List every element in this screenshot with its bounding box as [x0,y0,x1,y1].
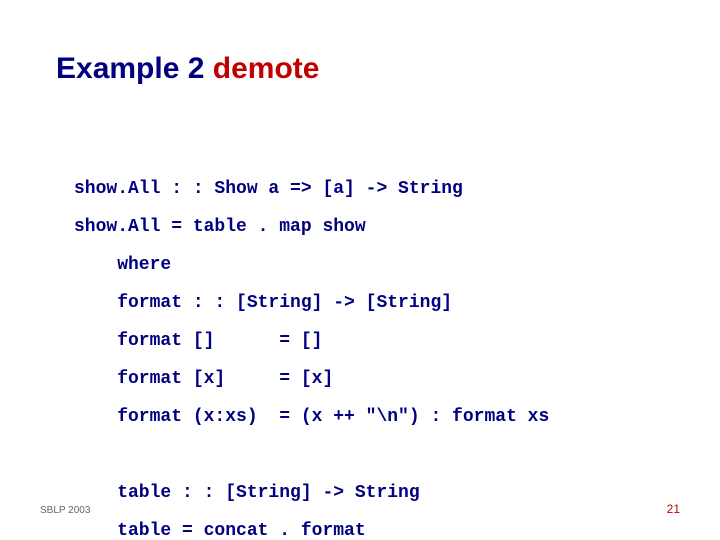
code-line-9: table : : [String] -> String [74,483,420,503]
code-line-10: table = concat . format [74,521,366,540]
title-accent: demote [213,52,320,85]
code-line-3: where [74,255,171,275]
slide-title: Example 2 demote [56,52,319,86]
code-line-2: show.All = table . map show [74,217,366,237]
title-prefix: Example 2 [56,52,213,85]
footer-left: SBLP 2003 [40,505,90,516]
code-block: show.All : : Show a => [a] -> String sho… [74,132,549,540]
slide: Example 2 demote show.All : : Show a => … [0,0,720,540]
code-line-7: format (x:xs) = (x ++ "\n") : format xs [74,407,549,427]
code-line-4: format : : [String] -> [String] [74,293,452,313]
slide-number: 21 [667,502,680,516]
code-line-5: format [] = [] [74,331,322,351]
code-line-1: show.All : : Show a => [a] -> String [74,179,463,199]
code-line-6: format [x] = [x] [74,369,333,389]
